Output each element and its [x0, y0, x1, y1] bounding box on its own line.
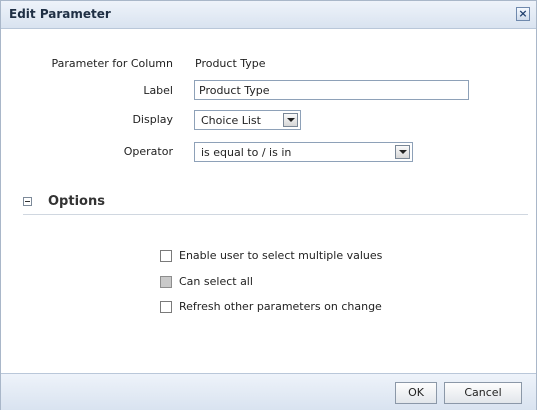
- operator-select-value: is equal to / is in: [201, 146, 292, 159]
- operator-field-label: Operator: [123, 145, 173, 158]
- collapse-minus-icon[interactable]: [23, 197, 32, 206]
- cancel-button[interactable]: Cancel: [444, 382, 522, 404]
- options-section-header: Options: [23, 194, 528, 215]
- options-title: Options: [48, 194, 105, 209]
- enable-multiple-values-label: Enable user to select multiple values: [179, 249, 383, 262]
- close-icon[interactable]: ×: [516, 7, 530, 21]
- refresh-parameters-label: Refresh other parameters on change: [179, 300, 382, 313]
- display-select[interactable]: Choice List: [194, 110, 301, 130]
- ok-button[interactable]: OK: [395, 382, 437, 404]
- parameter-for-column-value: Product Type: [195, 57, 266, 70]
- display-field-label: Display: [132, 113, 173, 126]
- dialog-title: Edit Parameter: [9, 7, 111, 21]
- label-input[interactable]: [194, 80, 469, 100]
- can-select-all-checkbox: [160, 276, 172, 288]
- can-select-all-label: Can select all: [179, 275, 253, 288]
- edit-parameter-dialog: Edit Parameter × Parameter for Column Pr…: [0, 0, 537, 410]
- dialog-titlebar: Edit Parameter ×: [1, 1, 536, 29]
- chevron-down-icon[interactable]: [283, 113, 298, 127]
- parameter-for-column-label: Parameter for Column: [51, 57, 173, 70]
- refresh-parameters-checkbox[interactable]: [160, 301, 172, 313]
- dialog-footer: OK Cancel: [1, 373, 536, 410]
- label-field-label: Label: [143, 84, 173, 97]
- operator-select[interactable]: is equal to / is in: [194, 142, 413, 162]
- display-select-value: Choice List: [201, 114, 261, 127]
- enable-multiple-values-checkbox[interactable]: [160, 250, 172, 262]
- chevron-down-icon[interactable]: [395, 145, 410, 159]
